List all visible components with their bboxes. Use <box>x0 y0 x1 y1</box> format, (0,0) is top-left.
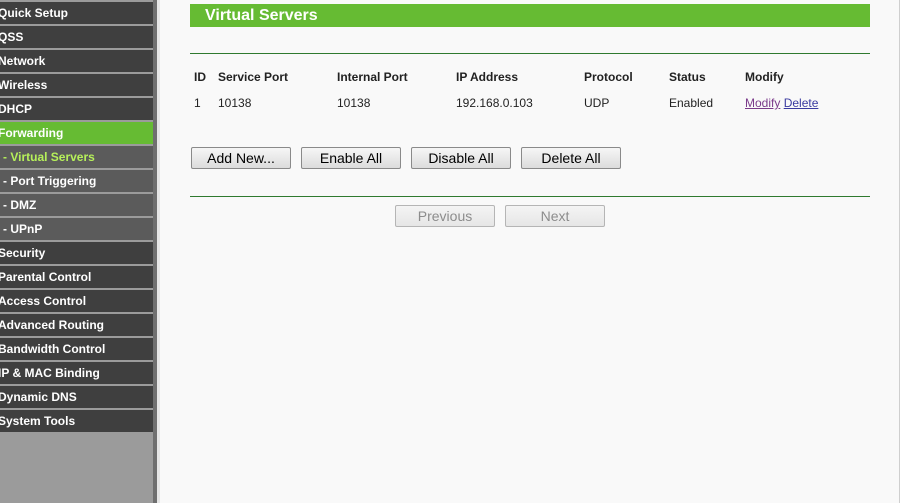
sidebar-item-bandwidth-control[interactable]: Bandwidth Control <box>0 338 153 360</box>
sidebar-item-advanced-routing[interactable]: Advanced Routing <box>0 314 153 336</box>
next-button[interactable]: Next <box>505 205 605 227</box>
sidebar-item-network[interactable]: Network <box>0 50 153 72</box>
sidebar-item-virtual-servers[interactable]: - Virtual Servers <box>0 146 153 168</box>
divider-top <box>190 53 870 54</box>
row-1-status: Enabled <box>669 96 714 110</box>
divider-bottom <box>190 196 870 197</box>
sidebar-item-parental-control[interactable]: Parental Control <box>0 266 153 288</box>
row-1-id: 1 <box>194 96 201 110</box>
modify-link[interactable]: Modify <box>745 96 780 110</box>
sidebar-menu: Quick Setup QSS Network Wireless DHCP Forward… <box>0 2 153 434</box>
header-service-port: Service Port <box>218 70 289 84</box>
sidebar-item-access-control[interactable]: Access Control <box>0 290 153 312</box>
frame-border <box>899 0 909 503</box>
sidebar-item-system-tools[interactable]: System Tools <box>0 410 153 432</box>
sidebar-item-qss[interactable]: QSS <box>0 26 153 48</box>
sidebar-item-ip-and-mac-binding[interactable]: IP & MAC Binding <box>0 362 153 384</box>
sidebar-item-upnp[interactable]: - UPnP <box>0 218 153 240</box>
delete-all-button[interactable]: Delete All <box>521 147 621 169</box>
row-1-ip-address: 192.168.0.103 <box>456 96 533 110</box>
sidebar-item-dynamic-dns[interactable]: Dynamic DNS <box>0 386 153 408</box>
sidebar-item-dhcp[interactable]: DHCP <box>0 98 153 120</box>
delete-link[interactable]: Delete <box>784 96 819 110</box>
sidebar-item-port-triggering[interactable]: - Port Triggering <box>0 170 153 192</box>
header-id: ID <box>194 70 206 84</box>
sidebar-item-wireless[interactable]: Wireless <box>0 74 153 96</box>
row-1-service-port: 10138 <box>218 96 252 110</box>
row-1-internal-port: 10138 <box>337 96 371 110</box>
row-1-protocol: UDP <box>584 96 610 110</box>
header-status: Status <box>669 70 706 84</box>
main-content: Virtual Servers ID Service Port Internal… <box>160 0 899 503</box>
disable-all-button[interactable]: Disable All <box>411 147 511 169</box>
sidebar-item-quick-setup[interactable]: Quick Setup <box>0 2 153 24</box>
header-modify: Modify <box>745 70 784 84</box>
header-protocol: Protocol <box>584 70 633 84</box>
sidebar-item-security[interactable]: Security <box>0 242 153 264</box>
header-internal-port: Internal Port <box>337 70 408 84</box>
sidebar-item-dmz[interactable]: - DMZ <box>0 194 153 216</box>
enable-all-button[interactable]: Enable All <box>301 147 401 169</box>
header-ip-address: IP Address <box>456 70 519 84</box>
sidebar: Quick Setup QSS Network Wireless DHCP Forward… <box>0 0 153 503</box>
add-new-button[interactable]: Add New... <box>191 147 291 169</box>
previous-button[interactable]: Previous <box>395 205 495 227</box>
page-title: Virtual Servers <box>190 4 870 27</box>
sidebar-item-forwarding[interactable]: Forwarding <box>0 122 153 144</box>
row-1-actions: Modify Delete <box>745 96 818 110</box>
